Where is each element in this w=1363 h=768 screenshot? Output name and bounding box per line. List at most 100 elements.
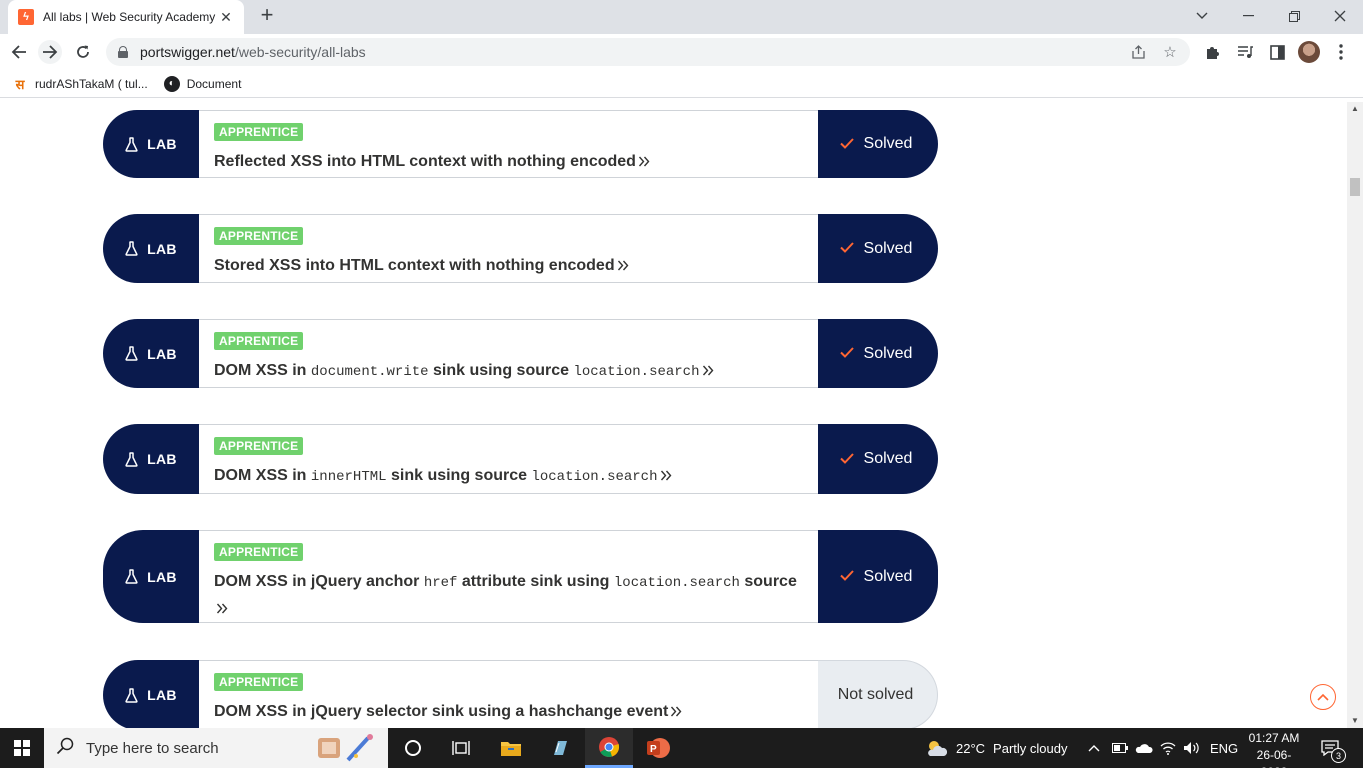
lab-badge-label: LAB [147, 568, 177, 585]
status-solved: Solved [818, 214, 938, 283]
status-label: Solved [863, 567, 913, 585]
volume-icon[interactable] [1183, 728, 1201, 768]
reload-icon[interactable] [71, 40, 95, 64]
wifi-icon[interactable] [1160, 728, 1176, 768]
lab-badge-label: LAB [147, 451, 177, 467]
lab-title-link[interactable]: Reflected XSS into HTML context with not… [214, 149, 802, 174]
media-queue-icon[interactable] [1233, 40, 1257, 64]
scroll-down-arrow-icon[interactable]: ▼ [1347, 714, 1363, 728]
notification-count-badge: 3 [1331, 748, 1346, 763]
browser-toolbar: portswigger.net/web-security/all-labs ☆ [0, 34, 1363, 70]
lab-body: APPRENTICE DOM XSS in jQuery selector sin… [199, 660, 818, 728]
new-tab-button[interactable]: + [256, 4, 278, 27]
restore-button[interactable] [1271, 4, 1317, 28]
tab-search-chevron-icon[interactable] [1179, 4, 1225, 28]
status-label: Solved [863, 450, 913, 467]
vertical-scrollbar[interactable]: ▲ ▼ [1347, 102, 1363, 728]
close-tab-icon[interactable]: ✕ [218, 9, 234, 26]
bookmark-star-icon[interactable]: ☆ [1158, 40, 1182, 64]
lab-row[interactable]: LAB APPRENTICE DOM XSS in jQuery anchor hr… [103, 530, 938, 623]
search-icon [56, 737, 76, 760]
status-solved: Solved [818, 110, 938, 178]
lab-title-link[interactable]: DOM XSS in jQuery selector sink using a … [214, 699, 802, 724]
onedrive-cloud-icon[interactable] [1135, 728, 1153, 768]
checkmark-icon [839, 240, 854, 257]
level-badge: APPRENTICE [214, 543, 304, 561]
language-indicator[interactable]: ENG [1210, 728, 1238, 768]
battery-icon[interactable] [1112, 728, 1128, 768]
tab-strip: ϟ All labs | Web Security Academy ✕ + [0, 0, 1363, 34]
lab-body: APPRENTICE Stored XSS into HTML context w… [199, 214, 818, 283]
close-window-button[interactable] [1317, 4, 1363, 28]
lab-row[interactable]: LAB APPRENTICE DOM XSS in innerHTML sink u… [103, 424, 938, 494]
double-chevron-right-icon [216, 600, 228, 617]
clock-date: 26-06-2022 [1256, 748, 1292, 768]
lab-row[interactable]: LAB APPRENTICE Stored XSS into HTML contex… [103, 214, 938, 283]
scrollbar-thumb[interactable] [1350, 178, 1360, 196]
lab-badge-label: LAB [147, 687, 177, 703]
show-hidden-icons-chevron-icon[interactable] [1088, 728, 1100, 768]
url-text[interactable]: portswigger.net/web-security/all-labs [140, 44, 1126, 60]
task-view-icon[interactable] [437, 728, 485, 768]
lab-title-link[interactable]: DOM XSS in document.write sink using sou… [214, 358, 802, 385]
clock-time: 01:27 AM [1248, 731, 1300, 745]
lab-title-text: sink using source [428, 362, 574, 379]
lab-title-link[interactable]: DOM XSS in innerHTML sink using source l… [214, 463, 802, 490]
lab-title-text: DOM XSS in jQuery anchor [214, 573, 424, 590]
lab-title-text: attribute sink using [457, 573, 614, 590]
level-badge: APPRENTICE [214, 123, 304, 141]
status-solved: Solved [818, 530, 938, 623]
lab-badge: LAB [103, 110, 199, 178]
lab-badge-label: LAB [147, 345, 177, 362]
checkmark-icon [839, 136, 854, 153]
page-content: LAB APPRENTICE Reflected XSS into HTML con… [0, 102, 1347, 728]
bookmark-rudrashtakam[interactable]: स rudrAShTakaM ( tul... [12, 76, 148, 92]
address-bar[interactable]: portswigger.net/web-security/all-labs ☆ [106, 38, 1190, 66]
status-solved: Solved [818, 424, 938, 494]
extensions-puzzle-icon[interactable] [1201, 40, 1225, 64]
double-chevron-right-icon [702, 362, 714, 379]
profile-avatar[interactable] [1297, 40, 1321, 64]
browser-tab[interactable]: ϟ All labs | Web Security Academy ✕ [8, 0, 244, 34]
chrome-icon[interactable] [585, 728, 633, 768]
lab-title-link[interactable]: Stored XSS into HTML context with nothin… [214, 253, 802, 278]
partly-cloudy-icon [928, 741, 947, 756]
share-icon[interactable] [1126, 40, 1150, 64]
side-panel-icon[interactable] [1265, 40, 1289, 64]
lab-title-code: document.write [310, 364, 429, 380]
scroll-up-arrow-icon[interactable]: ▲ [1347, 102, 1363, 116]
windows-start-icon[interactable] [0, 728, 44, 768]
bookmark-document[interactable]: ◐ Document [163, 75, 241, 92]
checkmark-icon [839, 568, 854, 585]
globe-icon: ◐ [163, 75, 180, 92]
lab-title-link[interactable]: DOM XSS in jQuery anchor href attribute … [214, 569, 802, 621]
clock[interactable]: 01:27 AM 26-06-2022 [1246, 730, 1302, 768]
flask-icon [125, 687, 138, 703]
notes-app-icon[interactable] [536, 728, 584, 768]
lab-row[interactable]: LAB APPRENTICE DOM XSS in document.write s… [103, 319, 938, 388]
taskbar-search-field[interactable]: Type here to search [44, 728, 388, 768]
powerpoint-icon[interactable]: P [634, 728, 682, 768]
tab-title: All labs | Web Security Academy [43, 10, 216, 24]
minimize-button[interactable] [1225, 4, 1271, 28]
menu-kebab-icon[interactable] [1329, 40, 1353, 64]
lab-title-code: location.search [613, 575, 740, 591]
lab-badge: LAB [103, 424, 199, 494]
lock-icon[interactable] [118, 46, 128, 58]
lab-title-text: source [739, 573, 797, 590]
svg-text:P: P [650, 744, 657, 755]
flask-icon [125, 346, 138, 361]
lab-title-code: href [423, 575, 458, 591]
back-to-top-icon[interactable] [1310, 684, 1336, 710]
weather-widget[interactable]: 22°C Partly cloudy [925, 728, 1067, 768]
status-solved: Solved [818, 319, 938, 388]
lab-badge: LAB [103, 530, 199, 623]
lab-body: APPRENTICE DOM XSS in jQuery anchor href … [199, 530, 818, 623]
lab-row[interactable]: LAB APPRENTICE Reflected XSS into HTML con… [103, 110, 938, 178]
forward-arrow-icon[interactable] [38, 40, 62, 64]
back-arrow-icon[interactable] [7, 40, 31, 64]
lab-row[interactable]: LAB APPRENTICE DOM XSS in jQuery selector … [103, 660, 938, 728]
cortana-circle-icon[interactable] [389, 728, 437, 768]
file-explorer-icon[interactable] [487, 728, 535, 768]
search-highlight-illustration-icon [312, 732, 378, 764]
